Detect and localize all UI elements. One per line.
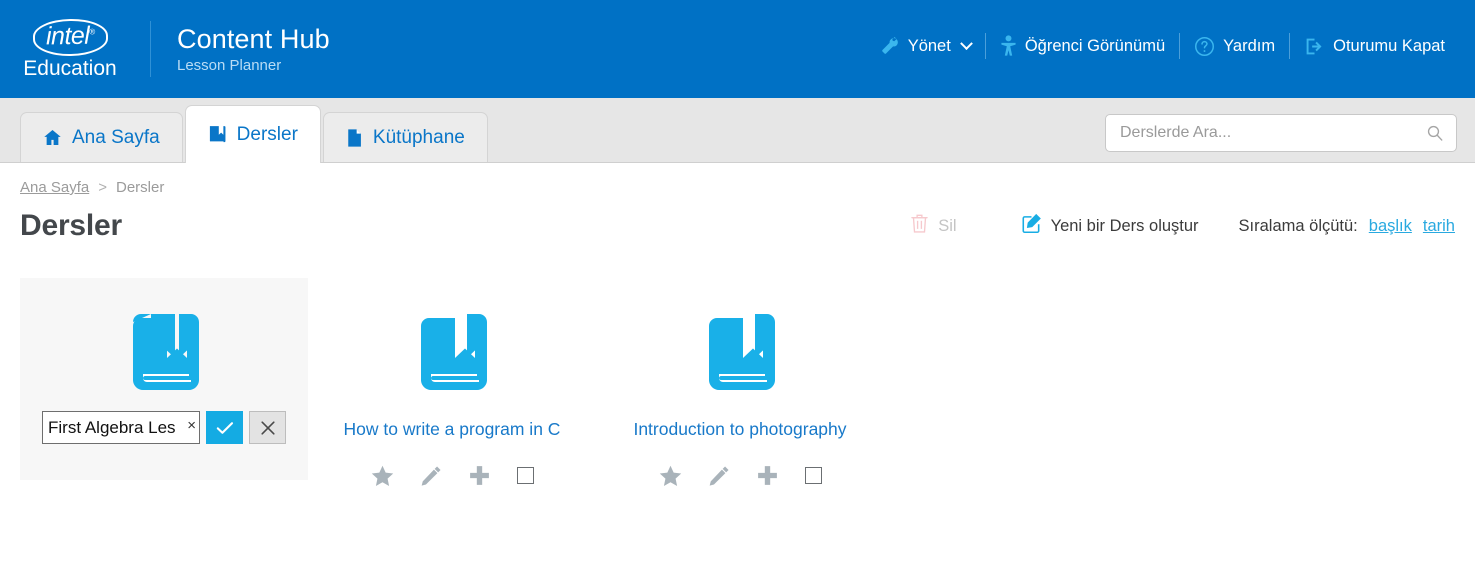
rename-lesson-row: ×: [42, 411, 286, 444]
lesson-book-icon: [129, 312, 199, 399]
page-icon: [346, 128, 363, 148]
header-nav-manage[interactable]: Yönet: [866, 36, 985, 56]
breadcrumb: Ana Sayfa > Dersler: [20, 179, 1455, 196]
intel-logo: intel® Education: [20, 18, 120, 80]
tab-bar: Ana Sayfa Dersler Kütüphane: [0, 98, 1475, 163]
rename-confirm-button[interactable]: [206, 411, 243, 444]
page-title: Dersler: [20, 209, 123, 242]
new-lesson-button[interactable]: Yeni bir Ders oluştur: [1021, 213, 1199, 239]
sort-by-date-link[interactable]: tarih: [1423, 217, 1455, 236]
page-title-row: Dersler Sil Yeni bir Ders oluştur Sırala…: [20, 204, 1455, 248]
book-icon: [208, 124, 227, 145]
header-nav-logout[interactable]: Oturumu Kapat: [1290, 36, 1459, 57]
lesson-card-editing[interactable]: ×: [20, 278, 308, 480]
intel-logo-text: intel: [45, 21, 90, 51]
app-title: Content Hub: [177, 23, 330, 54]
breadcrumb-separator: >: [98, 179, 107, 196]
breadcrumb-home[interactable]: Ana Sayfa: [20, 179, 89, 196]
header-nav-help-label: Yardım: [1223, 36, 1276, 55]
new-lesson-button-label: Yeni bir Ders oluştur: [1050, 216, 1199, 235]
intel-logo-education: Education: [23, 57, 117, 80]
tab-dersler-label: Dersler: [236, 123, 298, 145]
pencil-icon[interactable]: [708, 465, 730, 487]
logout-icon: [1304, 36, 1325, 57]
checkbox-icon[interactable]: [804, 467, 822, 484]
tab-ana-sayfa[interactable]: Ana Sayfa: [20, 112, 183, 162]
lesson-card-title[interactable]: Introduction to photography: [633, 419, 846, 440]
trash-icon: [910, 213, 929, 239]
lesson-card-tools: [371, 464, 534, 487]
delete-button[interactable]: Sil: [910, 213, 957, 239]
sort-by-label: Sıralama ölçütü:: [1238, 216, 1358, 235]
search-input[interactable]: [1105, 114, 1457, 152]
header-nav-logout-label: Oturumu Kapat: [1333, 36, 1445, 55]
home-icon: [43, 128, 62, 147]
rename-input-wrap: ×: [42, 411, 200, 444]
lesson-card-title[interactable]: How to write a program in C: [344, 419, 561, 440]
lesson-card[interactable]: How to write a program in C: [308, 278, 596, 487]
edit-square-icon: [1021, 213, 1042, 239]
header-nav-student-view[interactable]: Öğrenci Görünümü: [986, 35, 1179, 57]
header-nav-help[interactable]: Yardım: [1180, 36, 1289, 57]
delete-button-label: Sil: [938, 216, 957, 235]
header-nav-manage-label: Yönet: [907, 36, 951, 55]
lesson-card-grid: ×: [20, 278, 1455, 487]
student-icon: [1000, 35, 1017, 57]
app-subtitle: Lesson Planner: [177, 57, 282, 75]
tab-ana-sayfa-label: Ana Sayfa: [72, 126, 160, 148]
rename-input[interactable]: [42, 411, 200, 444]
star-icon[interactable]: [371, 465, 394, 487]
checkbox-icon[interactable]: [516, 467, 534, 484]
sort-by-group: Sıralama ölçütü: başlık tarih: [1239, 217, 1455, 236]
tab-kutuphane-label: Kütüphane: [372, 126, 465, 148]
sort-by-title-link[interactable]: başlık: [1369, 217, 1412, 236]
wrench-icon: [880, 36, 900, 56]
app-header: intel® Education Content Hub Lesson Plan…: [0, 0, 1475, 98]
search-container: [1105, 114, 1457, 152]
brand-block: intel® Education Content Hub Lesson Plan…: [0, 18, 330, 80]
brand-divider: [150, 21, 151, 77]
lesson-book-icon: [705, 312, 775, 399]
pencil-icon[interactable]: [420, 465, 442, 487]
chevron-down-icon: [959, 36, 973, 50]
plus-icon[interactable]: [756, 464, 779, 487]
lesson-card-tools: [659, 464, 822, 487]
breadcrumb-current: Dersler: [115, 179, 165, 196]
intel-logo-mark: intel®: [32, 18, 108, 57]
question-circle-icon: [1194, 36, 1215, 57]
lesson-book-icon: [417, 312, 487, 399]
tab-dersler[interactable]: Dersler: [184, 105, 321, 163]
rename-cancel-button[interactable]: [249, 411, 286, 444]
header-nav-student-view-label: Öğrenci Görünümü: [1024, 36, 1166, 55]
plus-icon[interactable]: [468, 464, 491, 487]
clear-icon[interactable]: ×: [187, 418, 196, 433]
lesson-card[interactable]: Introduction to photography: [596, 278, 884, 487]
header-nav: Yönet Öğrenci Görünümü Yardım Oturumu Ka…: [866, 33, 1459, 59]
tab-kutuphane[interactable]: Kütüphane: [322, 112, 488, 162]
toolbar-actions: Sil Yeni bir Ders oluştur Sıralama ölçüt…: [910, 213, 1455, 239]
main-content: Ana Sayfa > Dersler Dersler Sil Yeni bir…: [0, 179, 1475, 487]
star-icon[interactable]: [659, 465, 682, 487]
app-title-block: Content Hub Lesson Planner: [177, 24, 330, 74]
